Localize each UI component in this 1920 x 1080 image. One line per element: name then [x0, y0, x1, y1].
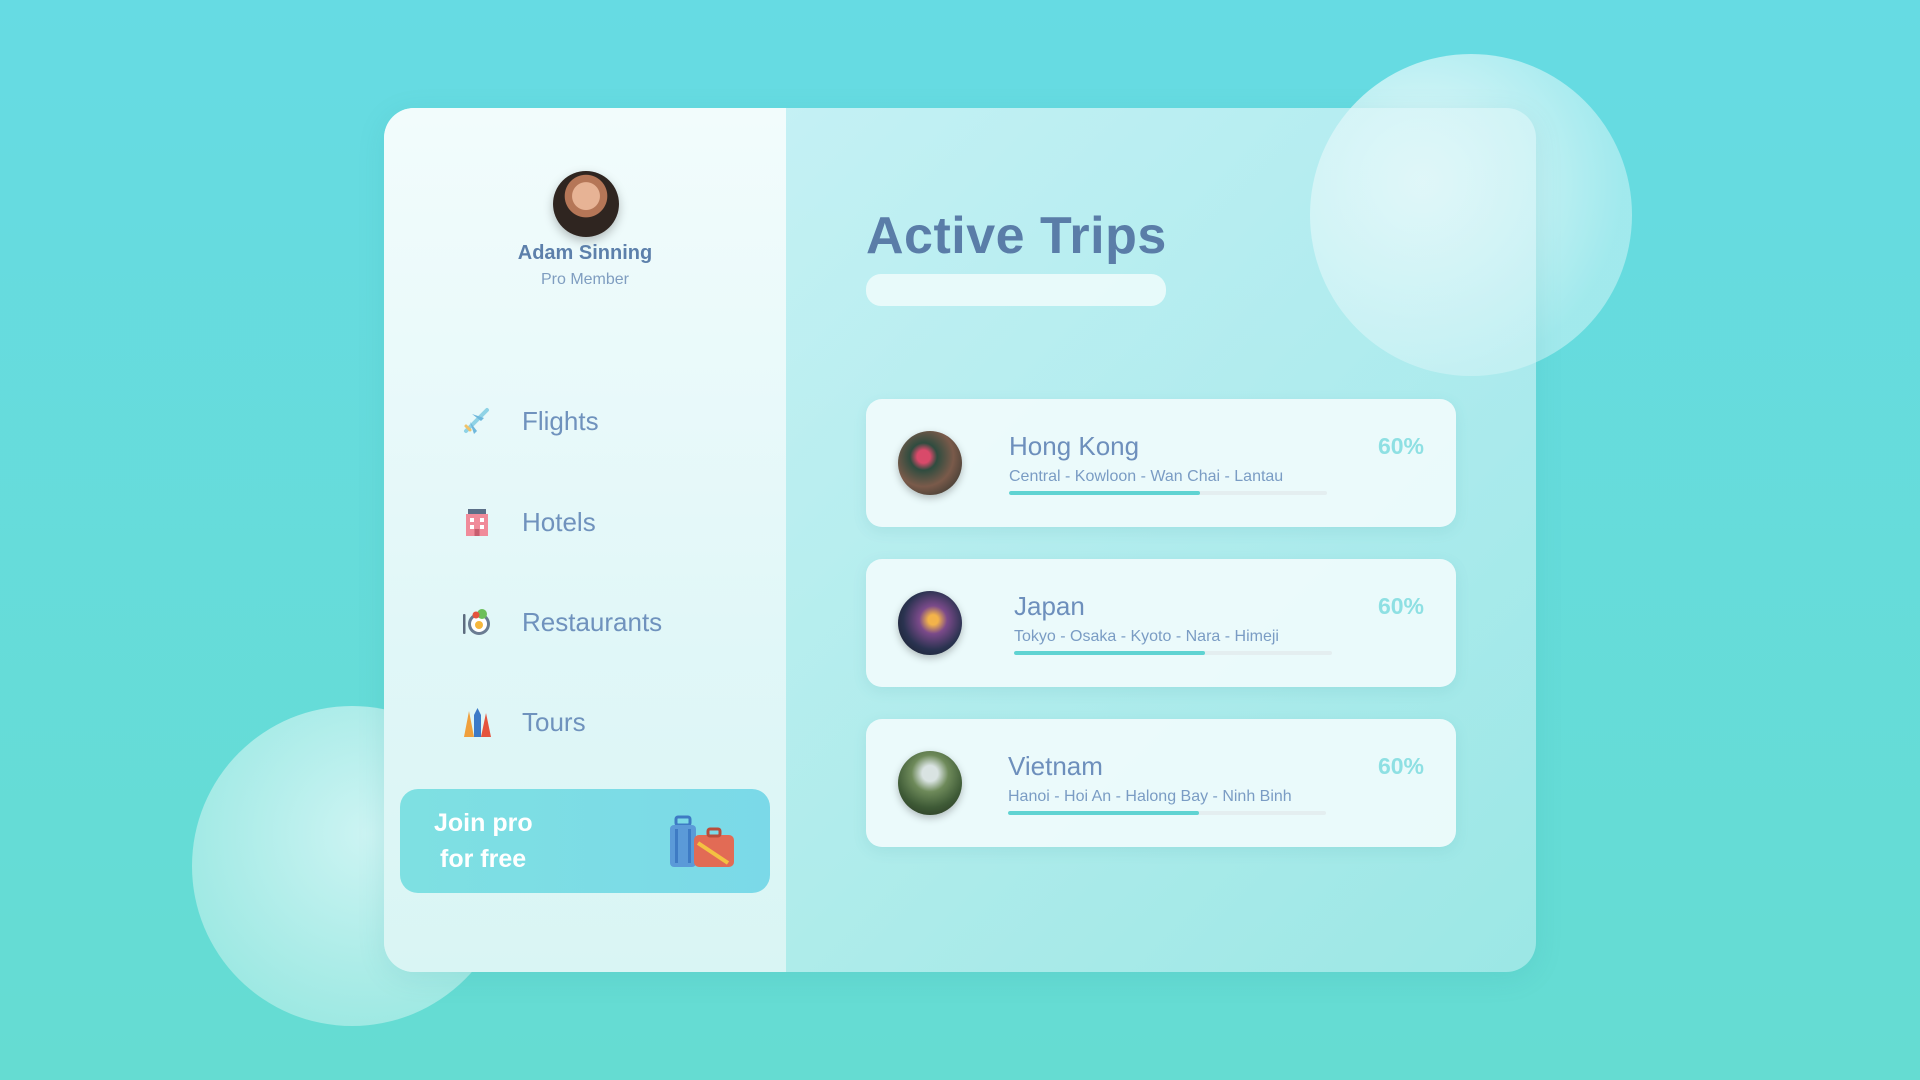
sidebar-item-hotels[interactable]: Hotels — [460, 500, 596, 544]
trip-percent: 60% — [1377, 753, 1424, 779]
join-pro-line-2: for free — [440, 845, 527, 873]
trip-progress-fill — [1009, 491, 1200, 495]
sidebar-item-label: Flights — [522, 405, 599, 436]
sidebar-item-flights[interactable]: Flights — [460, 399, 599, 443]
luggage-icon — [670, 815, 734, 867]
trip-progress-bar — [1014, 651, 1332, 655]
sidebar: Adam Sinning Pro Member Flights Hotels R… — [384, 108, 786, 972]
main-content: Active Trips Hong Kong Central - Kowloon… — [786, 108, 1536, 972]
landmarks-icon — [464, 708, 491, 737]
trip-percent: 60% — [1377, 433, 1424, 459]
join-pro-button[interactable]: Join pro for free — [400, 789, 770, 893]
join-pro-line-1: Join pro — [434, 809, 533, 837]
trip-route: Tokyo - Osaka - Kyoto - Nara - Himeji — [1014, 628, 1279, 645]
sidebar-item-restaurants[interactable]: Restaurants — [460, 600, 662, 644]
trip-thumbnail — [898, 591, 962, 655]
sidebar-item-label: Tours — [522, 706, 586, 737]
page-title: Active Trips — [866, 207, 1167, 265]
trip-progress-bar — [1008, 811, 1326, 815]
hotel-icon — [466, 509, 488, 536]
trip-thumbnail — [898, 431, 962, 495]
trip-thumbnail — [898, 751, 962, 815]
trip-card-hong-kong[interactable]: Hong Kong Central - Kowloon - Wan Chai -… — [866, 399, 1456, 527]
trip-route: Hanoi - Hoi An - Halong Bay - Ninh Binh — [1008, 788, 1292, 805]
sidebar-item-label: Hotels — [522, 506, 596, 537]
trip-card-japan[interactable]: Japan Tokyo - Osaka - Kyoto - Nara - Him… — [866, 559, 1456, 687]
search-input[interactable] — [866, 274, 1166, 306]
dashboard-card: Adam Sinning Pro Member Flights Hotels R… — [384, 108, 1536, 972]
trip-name: Japan — [1014, 591, 1085, 621]
airplane-icon — [464, 408, 489, 434]
trip-route: Central - Kowloon - Wan Chai - Lantau — [1009, 468, 1284, 485]
food-plate-icon — [463, 609, 490, 635]
trip-name: Hong Kong — [1009, 431, 1140, 461]
trip-progress-bar — [1009, 491, 1327, 495]
avatar[interactable] — [553, 171, 619, 237]
trip-name: Vietnam — [1008, 751, 1103, 781]
trip-progress-fill — [1008, 811, 1199, 815]
join-pro-text: Join pro for free — [434, 805, 533, 877]
trip-card-vietnam[interactable]: Vietnam Hanoi - Hoi An - Halong Bay - Ni… — [866, 719, 1456, 847]
trip-percent: 60% — [1377, 593, 1424, 619]
user-role: Pro Member — [540, 271, 630, 288]
user-name: Adam Sinning — [517, 242, 653, 264]
sidebar-item-label: Restaurants — [522, 606, 663, 637]
sidebar-item-tours[interactable]: Tours — [460, 700, 586, 744]
trip-progress-fill — [1014, 651, 1205, 655]
